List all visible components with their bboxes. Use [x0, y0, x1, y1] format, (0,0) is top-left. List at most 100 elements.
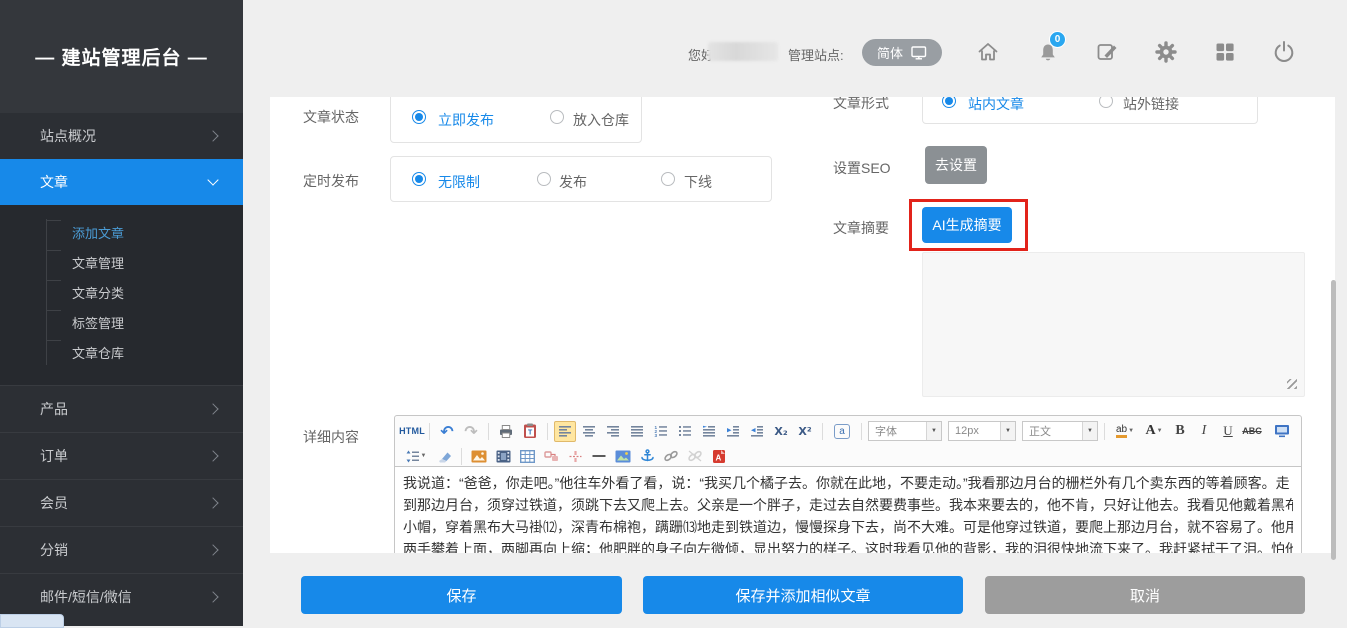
radio-publish-now[interactable]: [412, 110, 426, 124]
editor-text-line: 到那边月台，须穿过铁道，须跳下去又爬上去。父亲是一个胖子，走过去自然要费事些。我…: [403, 494, 1293, 516]
radio-publish-label[interactable]: 发布: [559, 172, 587, 192]
strikethrough-icon[interactable]: ABC: [1241, 421, 1263, 442]
radio-to-warehouse[interactable]: [550, 110, 564, 124]
align-justify-icon[interactable]: [626, 421, 648, 442]
editor-text-line: 两手攀着上面，两脚再向上缩；他肥胖的身子向左微倾，显出努力的样子。这时我看见他的…: [403, 538, 1293, 553]
textarea-resize-grip[interactable]: [1287, 379, 1297, 389]
chevron-right-icon: [207, 130, 218, 141]
radio-offline[interactable]: [661, 172, 675, 186]
chevron-down-icon: [207, 174, 218, 185]
caret-down-icon: ▼: [1000, 422, 1015, 440]
unordered-list-icon[interactable]: [674, 421, 696, 442]
submenu-item-add-article[interactable]: 添加文章: [0, 219, 243, 249]
sidebar-item-orders[interactable]: 订单: [0, 432, 243, 479]
timed-publish-group: 无限制 发布 下线: [390, 156, 772, 202]
radio-publish[interactable]: [537, 172, 551, 186]
radio-external-link[interactable]: [1099, 97, 1113, 108]
radio-offline-label[interactable]: 下线: [684, 172, 712, 192]
align-right-icon[interactable]: [602, 421, 624, 442]
submenu-item-tag-manage[interactable]: 标签管理: [0, 309, 243, 339]
scrollbar-thumb[interactable]: [1331, 280, 1336, 560]
sidebar-item-products[interactable]: 产品: [0, 385, 243, 432]
svg-text:A: A: [716, 453, 722, 462]
insert-table-icon[interactable]: [516, 446, 538, 467]
font-family-select[interactable]: 字体▼: [868, 421, 942, 441]
radio-external-link-label[interactable]: 站外链接: [1123, 97, 1179, 114]
remove-format-icon[interactable]: [433, 446, 455, 467]
line-height-icon[interactable]: ▼: [401, 446, 431, 467]
paragraph-format-select[interactable]: 正文▼: [1022, 421, 1098, 441]
underline-icon[interactable]: U: [1217, 421, 1239, 442]
bold-icon[interactable]: B: [1169, 421, 1191, 442]
summary-label: 文章摘要: [833, 218, 889, 238]
paste-as-text-icon[interactable]: T: [519, 421, 541, 442]
summary-textarea[interactable]: [922, 252, 1305, 397]
radio-publish-now-label[interactable]: 立即发布: [438, 110, 494, 130]
home-icon[interactable]: [975, 39, 1001, 65]
submenu-item-article-warehouse[interactable]: 文章仓库: [0, 339, 243, 369]
insert-video-icon[interactable]: [492, 446, 514, 467]
font-size-select[interactable]: 12px▼: [948, 421, 1016, 441]
username-redacted: [708, 42, 778, 61]
settings-gear-icon[interactable]: [1153, 39, 1179, 65]
superscript-icon[interactable]: X²: [794, 421, 816, 442]
anchor-icon[interactable]: [636, 446, 658, 467]
align-left-icon[interactable]: [554, 421, 576, 442]
radio-unlimited-label[interactable]: 无限制: [438, 172, 480, 192]
attachment-icon[interactable]: A: [708, 446, 730, 467]
radio-internal-article[interactable]: [942, 97, 956, 108]
chevron-right-icon: [207, 544, 218, 555]
save-button[interactable]: 保存: [301, 576, 622, 614]
sidebar-item-members[interactable]: 会员: [0, 479, 243, 526]
power-icon[interactable]: [1271, 39, 1297, 65]
insert-frame-icon[interactable]: [540, 446, 562, 467]
cancel-button[interactable]: 取消: [985, 576, 1305, 614]
snapshot-icon[interactable]: [612, 446, 634, 467]
seo-settings-button[interactable]: 去设置: [925, 146, 987, 184]
horizontal-rule-icon[interactable]: [588, 446, 610, 467]
align-center-icon[interactable]: [578, 421, 600, 442]
subscript-icon[interactable]: X₂: [770, 421, 792, 442]
indent-icon[interactable]: [722, 421, 744, 442]
save-and-add-similar-button[interactable]: 保存并添加相似文章: [643, 576, 963, 614]
sidebar-item-distribution[interactable]: 分销: [0, 526, 243, 573]
radio-to-warehouse-label[interactable]: 放入仓库: [573, 110, 629, 130]
sidebar: — 建站管理后台 — 站点概况 文章 添加文章 文章管理 文章分类 标签管理 文…: [0, 0, 243, 626]
caret-down-icon: ▼: [926, 422, 941, 440]
sidebar-item-articles[interactable]: 文章: [0, 159, 243, 205]
auto-typeset-icon[interactable]: a: [829, 421, 855, 442]
insert-link-icon[interactable]: [660, 446, 682, 467]
submenu-item-article-manage[interactable]: 文章管理: [0, 249, 243, 279]
submenu-item-article-category[interactable]: 文章分类: [0, 279, 243, 309]
chevron-right-icon: [207, 591, 218, 602]
page-break-icon[interactable]: [564, 446, 586, 467]
italic-icon[interactable]: I: [1193, 421, 1215, 442]
insert-image-icon[interactable]: [468, 446, 490, 467]
article-form-panel: 文章状态 立即发布 放入仓库 定时发布 无限制 发布 下线 文章形式 站内文章 …: [270, 97, 1335, 553]
sidebar-item-site-overview[interactable]: 站点概况: [0, 113, 243, 159]
apps-grid-icon[interactable]: [1212, 39, 1238, 65]
fullscreen-icon[interactable]: [1271, 421, 1293, 442]
detail-content-label: 详细内容: [303, 427, 359, 447]
article-type-label: 文章形式: [833, 97, 889, 113]
editor-body[interactable]: 我说道：“爸爸，你走吧。”他往车外看了看，说：“我买几个橘子去。你就在此地，不要…: [394, 467, 1302, 553]
redo-icon[interactable]: ↷: [460, 421, 482, 442]
language-switch-button[interactable]: 简体: [862, 39, 942, 66]
compose-icon[interactable]: [1094, 39, 1120, 65]
highlight-color-icon[interactable]: ab▼: [1111, 421, 1139, 442]
unlink-icon[interactable]: [684, 446, 706, 467]
ordered-list-icon[interactable]: 123: [650, 421, 672, 442]
outdent-icon[interactable]: [746, 421, 768, 442]
indent-first-line-icon[interactable]: [698, 421, 720, 442]
radio-unlimited[interactable]: [412, 172, 426, 186]
print-icon[interactable]: [495, 421, 517, 442]
undo-icon[interactable]: ↶: [436, 421, 458, 442]
source-code-button[interactable]: HTML: [401, 421, 423, 442]
chevron-right-icon: [207, 403, 218, 414]
monitor-icon: [911, 46, 927, 60]
radio-internal-article-label[interactable]: 站内文章: [968, 97, 1024, 114]
ai-generate-summary-button[interactable]: AI生成摘要: [922, 207, 1012, 243]
sidebar-item-mail-sms-wechat[interactable]: 邮件/短信/微信: [0, 573, 243, 620]
article-status-label: 文章状态: [303, 107, 359, 127]
font-color-icon[interactable]: A▼: [1141, 421, 1167, 442]
